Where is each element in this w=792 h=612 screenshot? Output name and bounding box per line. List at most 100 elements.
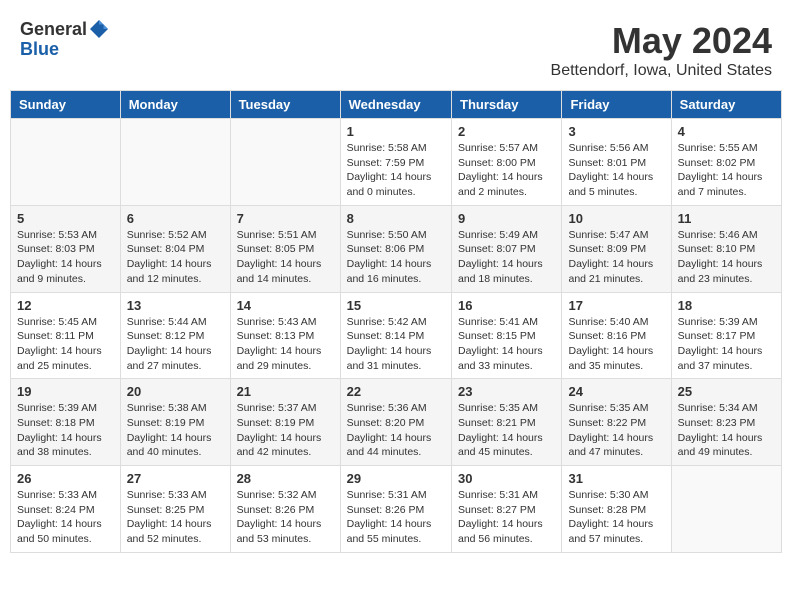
day-number: 22 bbox=[347, 384, 445, 399]
calendar-cell bbox=[11, 119, 121, 206]
day-number: 9 bbox=[458, 211, 555, 226]
day-info: Sunrise: 5:39 AM Sunset: 8:18 PM Dayligh… bbox=[17, 401, 114, 460]
day-number: 11 bbox=[678, 211, 775, 226]
day-info: Sunrise: 5:57 AM Sunset: 8:00 PM Dayligh… bbox=[458, 141, 555, 200]
day-info: Sunrise: 5:45 AM Sunset: 8:11 PM Dayligh… bbox=[17, 315, 114, 374]
day-number: 23 bbox=[458, 384, 555, 399]
day-number: 2 bbox=[458, 124, 555, 139]
location-title: Bettendorf, Iowa, United States bbox=[551, 62, 772, 80]
day-number: 25 bbox=[678, 384, 775, 399]
day-number: 16 bbox=[458, 298, 555, 313]
calendar-cell: 27 Sunrise: 5:33 AM Sunset: 8:25 PM Dayli… bbox=[120, 466, 230, 553]
calendar-cell: 13 Sunrise: 5:44 AM Sunset: 8:12 PM Dayli… bbox=[120, 292, 230, 379]
calendar-cell: 4Sunrise: 5:55 AM Sunset: 8:02 PM Daylig… bbox=[671, 119, 781, 206]
day-info: Sunrise: 5:32 AM Sunset: 8:26 PM Dayligh… bbox=[237, 488, 334, 547]
calendar-cell: 16 Sunrise: 5:41 AM Sunset: 8:15 PM Dayli… bbox=[452, 292, 562, 379]
day-info: Sunrise: 5:52 AM Sunset: 8:04 PM Dayligh… bbox=[127, 228, 224, 287]
day-info: Sunrise: 5:43 AM Sunset: 8:13 PM Dayligh… bbox=[237, 315, 334, 374]
calendar-cell: 19 Sunrise: 5:39 AM Sunset: 8:18 PM Dayli… bbox=[11, 379, 121, 466]
calendar-cell: 10 Sunrise: 5:47 AM Sunset: 8:09 PM Dayli… bbox=[562, 205, 671, 292]
day-number: 13 bbox=[127, 298, 224, 313]
weekday-header-monday: Monday bbox=[120, 91, 230, 119]
calendar-cell: 3 Sunrise: 5:56 AM Sunset: 8:01 PM Daylig… bbox=[562, 119, 671, 206]
day-info: Sunrise: 5:53 AM Sunset: 8:03 PM Dayligh… bbox=[17, 228, 114, 287]
calendar-cell: 24 Sunrise: 5:35 AM Sunset: 8:22 PM Dayli… bbox=[562, 379, 671, 466]
day-info: Sunrise: 5:38 AM Sunset: 8:19 PM Dayligh… bbox=[127, 401, 224, 460]
calendar-cell: 6Sunrise: 5:52 AM Sunset: 8:04 PM Daylig… bbox=[120, 205, 230, 292]
weekday-header-row: SundayMondayTuesdayWednesdayThursdayFrid… bbox=[11, 91, 782, 119]
calendar-cell bbox=[671, 466, 781, 553]
calendar-cell: 11 Sunrise: 5:46 AM Sunset: 8:10 PM Dayli… bbox=[671, 205, 781, 292]
calendar-cell: 9 Sunrise: 5:49 AM Sunset: 8:07 PM Daylig… bbox=[452, 205, 562, 292]
day-number: 26 bbox=[17, 471, 114, 486]
calendar-cell: 2 Sunrise: 5:57 AM Sunset: 8:00 PM Daylig… bbox=[452, 119, 562, 206]
calendar-cell: 28 Sunrise: 5:32 AM Sunset: 8:26 PM Dayli… bbox=[230, 466, 340, 553]
day-info: Sunrise: 5:46 AM Sunset: 8:10 PM Dayligh… bbox=[678, 228, 775, 287]
calendar-week-2: 5 Sunrise: 5:53 AM Sunset: 8:03 PM Daylig… bbox=[11, 205, 782, 292]
day-info: Sunrise: 5:51 AM Sunset: 8:05 PM Dayligh… bbox=[237, 228, 334, 287]
weekday-header-wednesday: Wednesday bbox=[340, 91, 451, 119]
day-number: 20 bbox=[127, 384, 224, 399]
day-number: 12 bbox=[17, 298, 114, 313]
logo-icon bbox=[90, 20, 108, 38]
day-number: 24 bbox=[568, 384, 664, 399]
calendar-cell: 21 Sunrise: 5:37 AM Sunset: 8:19 PM Dayli… bbox=[230, 379, 340, 466]
calendar-cell: 5 Sunrise: 5:53 AM Sunset: 8:03 PM Daylig… bbox=[11, 205, 121, 292]
day-info: Sunrise: 5:39 AM Sunset: 8:17 PM Dayligh… bbox=[678, 315, 775, 374]
day-info: Sunrise: 5:44 AM Sunset: 8:12 PM Dayligh… bbox=[127, 315, 224, 374]
day-info: Sunrise: 5:37 AM Sunset: 8:19 PM Dayligh… bbox=[237, 401, 334, 460]
calendar-cell: 7 Sunrise: 5:51 AM Sunset: 8:05 PM Daylig… bbox=[230, 205, 340, 292]
weekday-header-friday: Friday bbox=[562, 91, 671, 119]
day-info: Sunrise: 5:50 AM Sunset: 8:06 PM Dayligh… bbox=[347, 228, 445, 287]
calendar-cell bbox=[120, 119, 230, 206]
day-number: 31 bbox=[568, 471, 664, 486]
day-info: Sunrise: 5:36 AM Sunset: 8:20 PM Dayligh… bbox=[347, 401, 445, 460]
calendar-week-5: 26 Sunrise: 5:33 AM Sunset: 8:24 PM Dayli… bbox=[11, 466, 782, 553]
calendar-cell: 1 Sunrise: 5:58 AM Sunset: 7:59 PM Daylig… bbox=[340, 119, 451, 206]
day-number: 10 bbox=[568, 211, 664, 226]
day-number: 21 bbox=[237, 384, 334, 399]
day-info: Sunrise: 5:33 AM Sunset: 8:25 PM Dayligh… bbox=[127, 488, 224, 547]
day-number: 28 bbox=[237, 471, 334, 486]
weekday-header-sunday: Sunday bbox=[11, 91, 121, 119]
day-info: Sunrise: 5:56 AM Sunset: 8:01 PM Dayligh… bbox=[568, 141, 664, 200]
weekday-header-saturday: Saturday bbox=[671, 91, 781, 119]
day-info: Sunrise: 5:35 AM Sunset: 8:21 PM Dayligh… bbox=[458, 401, 555, 460]
day-number: 27 bbox=[127, 471, 224, 486]
day-info: Sunrise: 5:40 AM Sunset: 8:16 PM Dayligh… bbox=[568, 315, 664, 374]
calendar-cell: 30Sunrise: 5:31 AM Sunset: 8:27 PM Dayli… bbox=[452, 466, 562, 553]
day-number: 3 bbox=[568, 124, 664, 139]
calendar-cell bbox=[230, 119, 340, 206]
day-info: Sunrise: 5:49 AM Sunset: 8:07 PM Dayligh… bbox=[458, 228, 555, 287]
day-number: 5 bbox=[17, 211, 114, 226]
weekday-header-thursday: Thursday bbox=[452, 91, 562, 119]
day-info: Sunrise: 5:35 AM Sunset: 8:22 PM Dayligh… bbox=[568, 401, 664, 460]
day-number: 30 bbox=[458, 471, 555, 486]
day-number: 19 bbox=[17, 384, 114, 399]
day-number: 29 bbox=[347, 471, 445, 486]
day-info: Sunrise: 5:58 AM Sunset: 7:59 PM Dayligh… bbox=[347, 141, 445, 200]
calendar-cell: 8 Sunrise: 5:50 AM Sunset: 8:06 PM Daylig… bbox=[340, 205, 451, 292]
day-info: Sunrise: 5:33 AM Sunset: 8:24 PM Dayligh… bbox=[17, 488, 114, 547]
calendar-cell: 29 Sunrise: 5:31 AM Sunset: 8:26 PM Dayli… bbox=[340, 466, 451, 553]
day-info: Sunrise: 5:42 AM Sunset: 8:14 PM Dayligh… bbox=[347, 315, 445, 374]
day-info: Sunrise: 5:47 AM Sunset: 8:09 PM Dayligh… bbox=[568, 228, 664, 287]
calendar-cell: 18Sunrise: 5:39 AM Sunset: 8:17 PM Dayli… bbox=[671, 292, 781, 379]
month-title: May 2024 bbox=[551, 20, 772, 62]
calendar-cell: 26 Sunrise: 5:33 AM Sunset: 8:24 PM Dayli… bbox=[11, 466, 121, 553]
day-number: 1 bbox=[347, 124, 445, 139]
calendar-cell: 23 Sunrise: 5:35 AM Sunset: 8:21 PM Dayli… bbox=[452, 379, 562, 466]
day-info: Sunrise: 5:41 AM Sunset: 8:15 PM Dayligh… bbox=[458, 315, 555, 374]
calendar-cell: 14Sunrise: 5:43 AM Sunset: 8:13 PM Dayli… bbox=[230, 292, 340, 379]
calendar-cell: 31Sunrise: 5:30 AM Sunset: 8:28 PM Dayli… bbox=[562, 466, 671, 553]
calendar-cell: 20 Sunrise: 5:38 AM Sunset: 8:19 PM Dayli… bbox=[120, 379, 230, 466]
logo-general: General bbox=[20, 20, 87, 40]
calendar-week-4: 19 Sunrise: 5:39 AM Sunset: 8:18 PM Dayli… bbox=[11, 379, 782, 466]
day-info: Sunrise: 5:31 AM Sunset: 8:26 PM Dayligh… bbox=[347, 488, 445, 547]
day-number: 7 bbox=[237, 211, 334, 226]
day-number: 15 bbox=[347, 298, 445, 313]
day-number: 8 bbox=[347, 211, 445, 226]
page-header: General Blue May 2024 Bettendorf, Iowa, … bbox=[10, 10, 782, 85]
calendar-table: SundayMondayTuesdayWednesdayThursdayFrid… bbox=[10, 90, 782, 553]
calendar-week-1: 1 Sunrise: 5:58 AM Sunset: 7:59 PM Daylig… bbox=[11, 119, 782, 206]
